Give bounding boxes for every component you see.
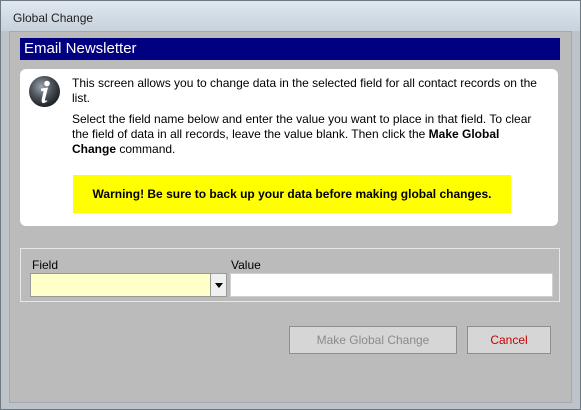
warning-box: Warning! Be sure to back up your data be… xyxy=(73,175,511,213)
field-label: Field xyxy=(32,258,59,272)
field-dropdown-button[interactable] xyxy=(210,274,226,296)
info-icon xyxy=(29,76,60,107)
global-change-window: Global Change Email Newsletter This scre… xyxy=(0,0,581,410)
title-bar[interactable]: Global Change xyxy=(1,1,580,31)
cancel-button[interactable]: Cancel xyxy=(467,326,551,354)
info-paragraph-2: Select the field name below and enter th… xyxy=(72,112,532,156)
chevron-down-icon xyxy=(214,282,223,288)
info-text: This screen allows you to change data in… xyxy=(72,76,542,163)
list-name-header: Email Newsletter xyxy=(20,38,560,60)
value-input[interactable] xyxy=(230,273,553,297)
window-title: Global Change xyxy=(13,11,94,25)
info-panel: This screen allows you to change data in… xyxy=(20,69,558,226)
value-label: Value xyxy=(231,258,261,272)
make-global-change-button[interactable]: Make Global Change xyxy=(289,326,457,354)
dialog-body: Email Newsletter This screen allows you … xyxy=(9,31,572,403)
field-value-group: Field Value xyxy=(20,248,560,302)
field-select[interactable] xyxy=(30,273,227,297)
info-paragraph-1: This screen allows you to change data in… xyxy=(72,76,537,105)
